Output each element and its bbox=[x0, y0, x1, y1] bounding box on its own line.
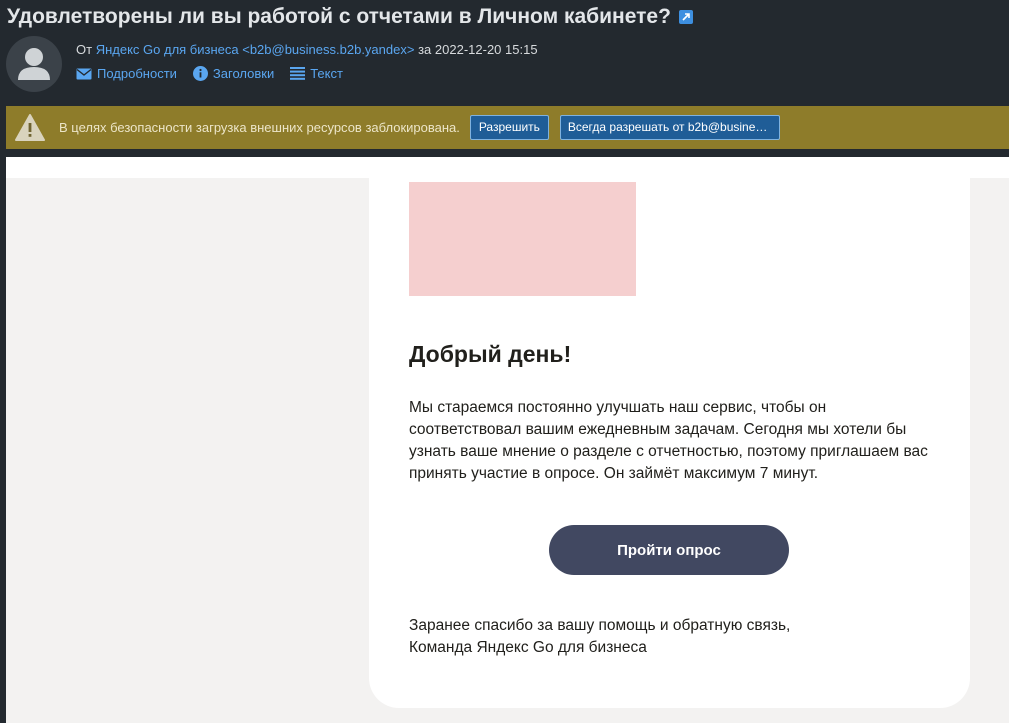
greeting-heading: Добрый день! bbox=[409, 341, 572, 367]
headers-link[interactable]: Заголовки bbox=[192, 66, 275, 81]
message-subject: Удовлетворены ли вы работой с отчетами в… bbox=[7, 5, 693, 29]
user-avatar-icon bbox=[18, 48, 50, 80]
info-icon bbox=[192, 66, 208, 81]
message-body-pane: Добрый день! Мы стараемся постоянно улуч… bbox=[6, 157, 1009, 723]
date-prefix: за bbox=[418, 42, 432, 57]
always-allow-button[interactable]: Всегда разрешать от b2b@busine… bbox=[559, 115, 780, 140]
from-prefix: От bbox=[76, 42, 93, 57]
email-closing: Заранее спасибо за вашу помощь и обратну… bbox=[409, 615, 939, 659]
email-card: Добрый день! Мы стараемся постоянно улуч… bbox=[369, 157, 970, 708]
details-label: Подробности bbox=[97, 66, 177, 81]
email-body-text: Мы стараемся постоянно улучшать наш серв… bbox=[409, 399, 928, 482]
from-line: От Яндекс Go для бизнеса <b2b@business.b… bbox=[76, 42, 538, 57]
message-date: 2022-12-20 15:15 bbox=[434, 42, 538, 57]
closing-thanks: Заранее спасибо за вашу помощь и обратну… bbox=[409, 617, 791, 634]
message-header: Удовлетворены ли вы работой с отчетами в… bbox=[0, 0, 1009, 106]
header-links: Подробности Заголовки Текст bbox=[76, 66, 343, 81]
text-link[interactable]: Текст bbox=[290, 66, 343, 81]
sender-link[interactable]: Яндекс Go для бизнеса <b2b@business.b2b.… bbox=[96, 42, 415, 57]
remote-content-warning: В целях безопасности загрузка внешних ре… bbox=[6, 106, 1009, 149]
details-link[interactable]: Подробности bbox=[76, 66, 177, 81]
text-label: Текст bbox=[310, 66, 343, 81]
warning-message: В целях безопасности загрузка внешних ре… bbox=[59, 120, 460, 135]
lines-icon bbox=[290, 67, 306, 80]
warning-triangle-icon bbox=[15, 113, 45, 141]
external-link-icon[interactable] bbox=[678, 10, 693, 24]
blocked-image-placeholder bbox=[409, 182, 636, 296]
headers-label: Заголовки bbox=[212, 66, 275, 81]
subject-text: Удовлетворены ли вы работой с отчетами в… bbox=[7, 5, 671, 28]
take-survey-button[interactable]: Пройти опрос bbox=[549, 525, 789, 575]
closing-signature: Команда Яндекс Go для бизнеса bbox=[409, 639, 647, 656]
envelope-icon bbox=[76, 68, 92, 79]
sender-avatar bbox=[6, 36, 62, 92]
allow-button[interactable]: Разрешить bbox=[469, 115, 549, 140]
